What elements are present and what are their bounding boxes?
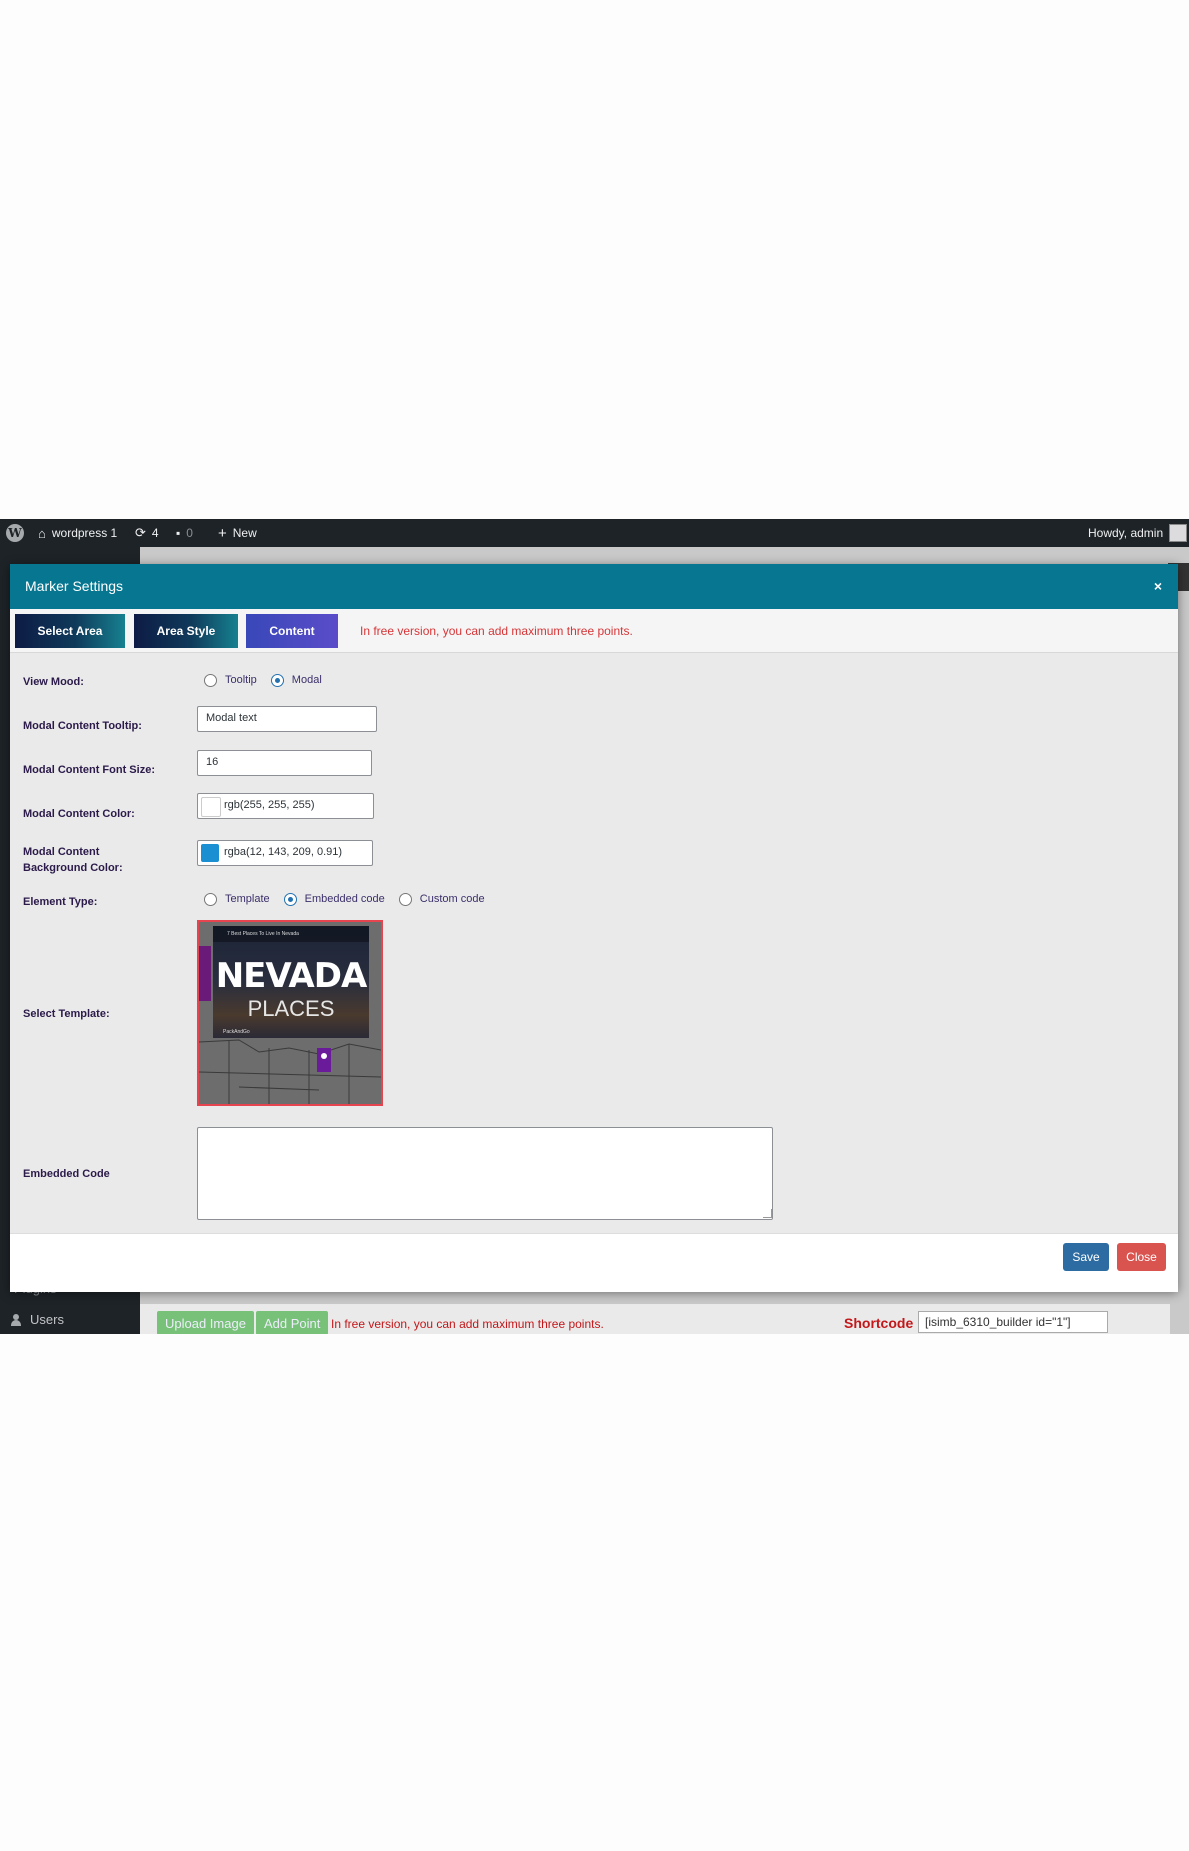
select-template-label: Select Template: [23,1008,110,1020]
view-mood-radio-tooltip[interactable] [204,673,217,687]
comments-link[interactable]: ▪ 0 [176,519,193,547]
content-color-picker[interactable]: rgb(255, 255, 255) [197,793,374,819]
modal-title: Marker Settings [25,578,124,594]
home-icon: ⌂ [38,525,46,541]
thumb-channel: PackAndGo [223,1029,250,1035]
updates-link[interactable]: ⟳ 4 [135,519,159,547]
close-button[interactable]: Close [1117,1243,1166,1271]
bg-color-picker[interactable]: rgba(12, 143, 209, 0.91) [197,840,373,866]
video-preview: 7 Best Places To Live In Nevada NEVADA P… [213,926,369,1038]
tab-content[interactable]: Content [246,614,338,648]
users-icon [10,1313,22,1326]
site-name: wordpress 1 [51,526,118,540]
sidebar-item-label: Users [30,1312,64,1327]
modal-tabs: Select Area Area Style Content In free v… [10,609,1178,653]
save-button[interactable]: Save [1063,1243,1109,1271]
resize-handle-icon[interactable] [763,1209,772,1218]
radio-label-template: Template [225,893,270,905]
thumb-title-line2: PLACES [247,996,335,1021]
comment-icon: ▪ [176,526,181,540]
free-version-note: In free version, you can add maximum thr… [331,1317,604,1331]
account-menu[interactable]: Howdy, admin [1088,519,1188,547]
element-type-options: Template Embedded code Custom code [204,884,493,914]
template-thumbnail[interactable]: 7 Best Places To Live In Nevada NEVADA P… [197,920,383,1106]
color-swatch[interactable] [201,844,219,862]
sidebar-item-users[interactable]: Users [10,1312,64,1327]
admin-bar: W ⌂ wordpress 1 ⟳ 4 ▪ 0 + New Howdy, adm… [0,519,1189,547]
wp-logo-menu[interactable]: W [6,519,24,547]
radio-label-embedded: Embedded code [304,893,385,905]
radio-label-custom: Custom code [419,893,485,905]
color-swatch[interactable] [201,797,221,817]
screenshot-area: W ⌂ wordpress 1 ⟳ 4 ▪ 0 + New Howdy, adm… [0,519,1189,1334]
howdy-text: Howdy, admin [1088,526,1164,540]
embedded-code-textarea[interactable] [197,1127,773,1220]
content-color-value: rgb(255, 255, 255) [224,799,315,811]
element-type-radio-embedded[interactable] [283,892,297,906]
tab-select-area[interactable]: Select Area [15,614,125,648]
embedded-code-label: Embedded Code [23,1168,110,1180]
bg-color-value: rgba(12, 143, 209, 0.91) [224,846,343,858]
shortcode-label: Shortcode [844,1315,914,1331]
modal-tooltip-input[interactable]: Modal text [197,706,377,732]
radio-label-modal: Modal [291,674,322,686]
font-size-label: Modal Content Font Size: [23,764,155,776]
map-pin-icon [317,1048,331,1072]
modal-footer: Save Close [10,1233,1178,1292]
new-label: New [232,526,257,540]
updates-count: 4 [151,526,159,540]
element-type-radio-custom[interactable] [398,892,412,906]
marker-settings-modal: Marker Settings × Select Area Area Style… [10,564,1178,1292]
view-mood-options: Tooltip Modal [204,665,330,695]
upload-image-button[interactable]: Upload Image [157,1311,254,1334]
video-title-bar: 7 Best Places To Live In Nevada [213,926,369,942]
comments-count: 0 [186,526,193,540]
site-name-link[interactable]: ⌂ wordpress 1 [38,519,117,547]
refresh-icon: ⟳ [135,525,146,540]
radio-label-tooltip: Tooltip [225,674,257,686]
element-type-label: Element Type: [23,896,98,908]
font-size-input[interactable]: 16 [197,750,372,776]
element-type-radio-template[interactable] [204,892,217,906]
add-point-button[interactable]: Add Point [256,1311,329,1334]
content-color-label: Modal Content Color: [23,808,135,820]
shortcode-field[interactable]: [isimb_6310_builder id="1"] [918,1311,1108,1333]
close-icon[interactable]: × [1154,578,1162,594]
view-mood-label: View Mood: [23,676,84,688]
tab-area-style[interactable]: Area Style [134,614,238,648]
bg-color-label-line1: Modal Content [23,846,100,858]
view-mood-radio-modal[interactable] [270,673,284,687]
plus-icon: + [218,524,227,542]
thumb-title-line1: NEVADA [215,956,368,996]
bg-color-label: Modal Content Background Color: [23,844,123,876]
avatar [1169,524,1188,542]
new-content-link[interactable]: + New [218,519,257,547]
state-highlight [199,946,211,1001]
bg-color-label-line2: Background Color: [23,862,123,874]
modal-header: Marker Settings × [10,564,1178,609]
free-version-note: In free version, you can add maximum thr… [360,624,633,638]
modal-tooltip-label: Modal Content Tooltip: [23,720,142,732]
wordpress-logo-icon: W [6,524,24,542]
